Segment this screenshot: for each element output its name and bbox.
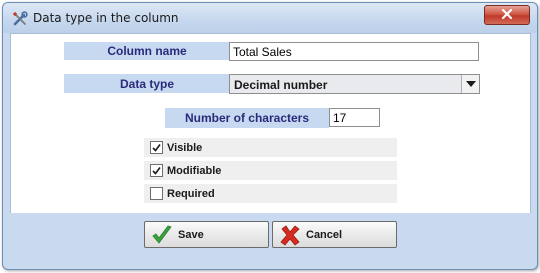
modifiable-row[interactable]: Modifiable bbox=[144, 161, 397, 180]
save-button[interactable]: Save bbox=[144, 221, 269, 248]
title-bar[interactable]: Data type in the column bbox=[3, 3, 537, 33]
visible-label: Visible bbox=[167, 141, 203, 154]
cancel-label: Cancel bbox=[306, 229, 343, 241]
visible-row[interactable]: Visible bbox=[144, 138, 397, 157]
modifiable-checkbox[interactable] bbox=[150, 164, 163, 177]
green-checkmark-icon bbox=[151, 224, 173, 251]
num-chars-input[interactable]: 17 bbox=[329, 108, 380, 127]
visible-checkbox[interactable] bbox=[150, 141, 163, 154]
cancel-button[interactable]: Cancel bbox=[272, 221, 397, 248]
column-name-label: Column name bbox=[64, 42, 230, 60]
data-type-selected: Decimal number bbox=[234, 78, 328, 92]
required-checkbox[interactable] bbox=[150, 187, 163, 200]
triangle-down-icon[interactable] bbox=[461, 75, 479, 93]
required-row[interactable]: Required bbox=[144, 184, 397, 203]
button-bar: Save Cancel bbox=[10, 213, 531, 263]
wrench-screwdriver-icon bbox=[12, 11, 28, 27]
column-name-input[interactable]: Total Sales bbox=[229, 42, 479, 61]
num-chars-label: Number of characters bbox=[165, 108, 329, 128]
close-icon bbox=[501, 6, 513, 24]
form-panel: Column name Total Sales Data type Decima… bbox=[10, 33, 531, 214]
dialog-window: Data type in the column Column name Tota… bbox=[2, 2, 538, 270]
red-x-icon bbox=[279, 224, 301, 251]
data-type-select[interactable]: Decimal number bbox=[229, 74, 480, 94]
data-type-label: Data type bbox=[64, 74, 230, 93]
save-label: Save bbox=[178, 229, 204, 241]
close-button[interactable] bbox=[484, 5, 530, 25]
required-label: Required bbox=[167, 187, 215, 200]
window-title: Data type in the column bbox=[33, 11, 179, 25]
modifiable-label: Modifiable bbox=[167, 164, 222, 177]
